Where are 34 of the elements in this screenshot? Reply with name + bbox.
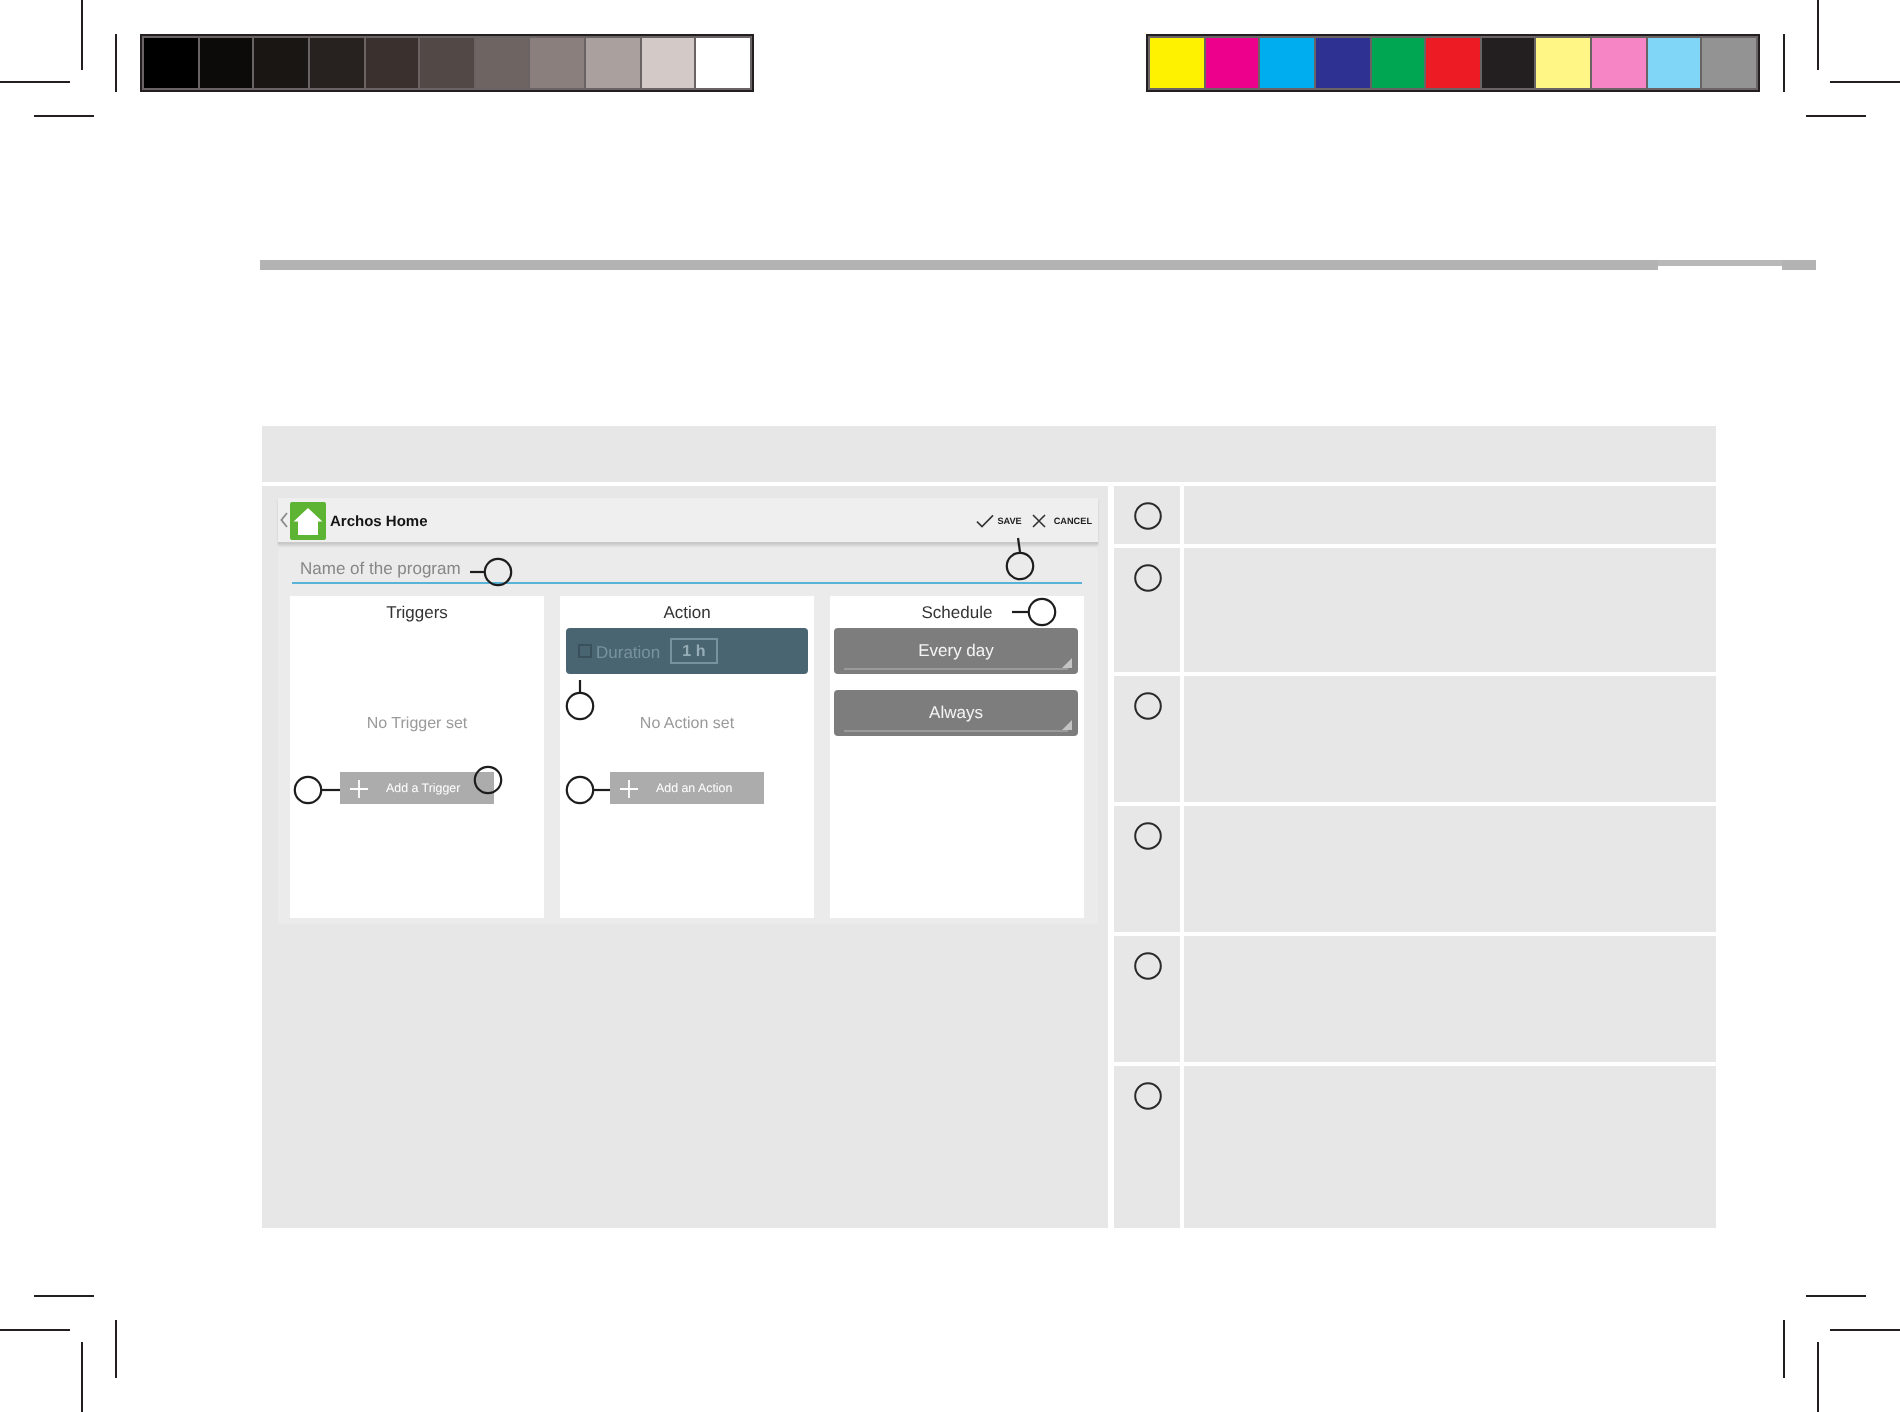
crop-mark [0,0,117,117]
empty-message: No Trigger set [366,712,468,736]
circle-icon [1133,502,1161,530]
panel-title: Action [663,600,711,626]
circle-icon [1133,692,1161,720]
back-icon[interactable] [280,512,288,528]
circle-icon [1133,822,1161,850]
corner-triangle-icon [1062,658,1072,668]
name-field[interactable]: Name of the program [292,554,1082,584]
circle-icon [1133,1082,1161,1110]
callout-marker [565,680,595,721]
crop-mark [0,1295,117,1412]
callout-marker [473,765,503,795]
check-icon [975,513,994,527]
dropdown[interactable]: Always [834,690,1078,736]
circle-icon [1133,564,1161,592]
callout-marker [1012,597,1057,627]
close-icon [1031,513,1046,527]
dropdown[interactable]: Every day [834,628,1078,674]
crop-mark [1783,0,1900,117]
panel-title: Schedule [921,600,993,626]
plus-icon [350,779,368,797]
plus-icon [620,779,638,797]
corner-triangle-icon [1062,720,1072,730]
empty-message: No Action set [639,712,735,736]
duration-field[interactable]: 1 h [670,638,718,664]
callout-marker [470,557,513,587]
panel-title: Triggers [386,600,448,626]
callout-marker [1005,537,1035,581]
callout-marker [565,775,610,805]
house-icon [290,501,326,539]
circle-icon [1133,952,1161,980]
crop-mark [1783,1295,1900,1412]
callout-marker [293,775,340,805]
